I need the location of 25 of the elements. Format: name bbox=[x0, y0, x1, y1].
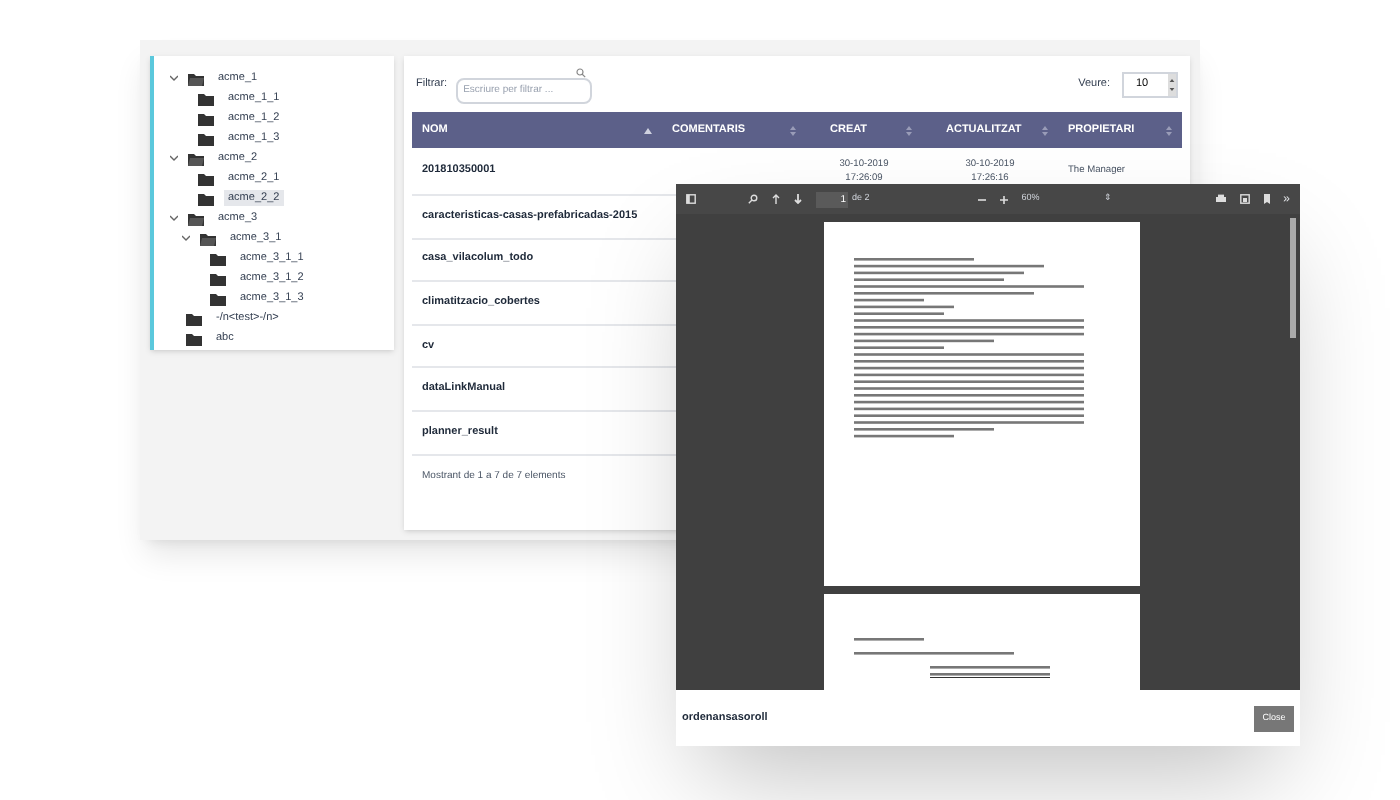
folder-icon bbox=[188, 151, 204, 165]
folder-icon bbox=[200, 231, 216, 245]
scrollbar-thumb[interactable] bbox=[1290, 218, 1296, 338]
search-icon[interactable] bbox=[748, 194, 758, 204]
arrow-up-icon[interactable] bbox=[772, 194, 780, 204]
bookmark-icon[interactable] bbox=[1263, 194, 1270, 204]
chevron-icon[interactable] bbox=[170, 74, 178, 82]
arrow-down-icon[interactable] bbox=[794, 194, 802, 204]
spinner-icon bbox=[1168, 73, 1176, 95]
sort-icon bbox=[1166, 125, 1172, 135]
chevron-icon[interactable] bbox=[170, 214, 178, 222]
sort-icon bbox=[790, 125, 796, 135]
folder-icon bbox=[188, 71, 204, 85]
sort-icon bbox=[906, 125, 912, 135]
sort-icon bbox=[1042, 125, 1048, 135]
download-icon[interactable] bbox=[1239, 194, 1250, 204]
zoom-out-icon[interactable] bbox=[977, 195, 986, 203]
sidebar-toggle-icon[interactable] bbox=[686, 194, 696, 204]
sort-ascending-icon bbox=[644, 127, 652, 133]
search-icon bbox=[575, 68, 586, 78]
folder-icon bbox=[188, 211, 204, 225]
print-icon[interactable] bbox=[1215, 194, 1226, 204]
chevron-icon[interactable] bbox=[170, 154, 178, 162]
chevron-icon[interactable] bbox=[182, 234, 190, 242]
zoom-in-icon[interactable] bbox=[999, 195, 1008, 203]
